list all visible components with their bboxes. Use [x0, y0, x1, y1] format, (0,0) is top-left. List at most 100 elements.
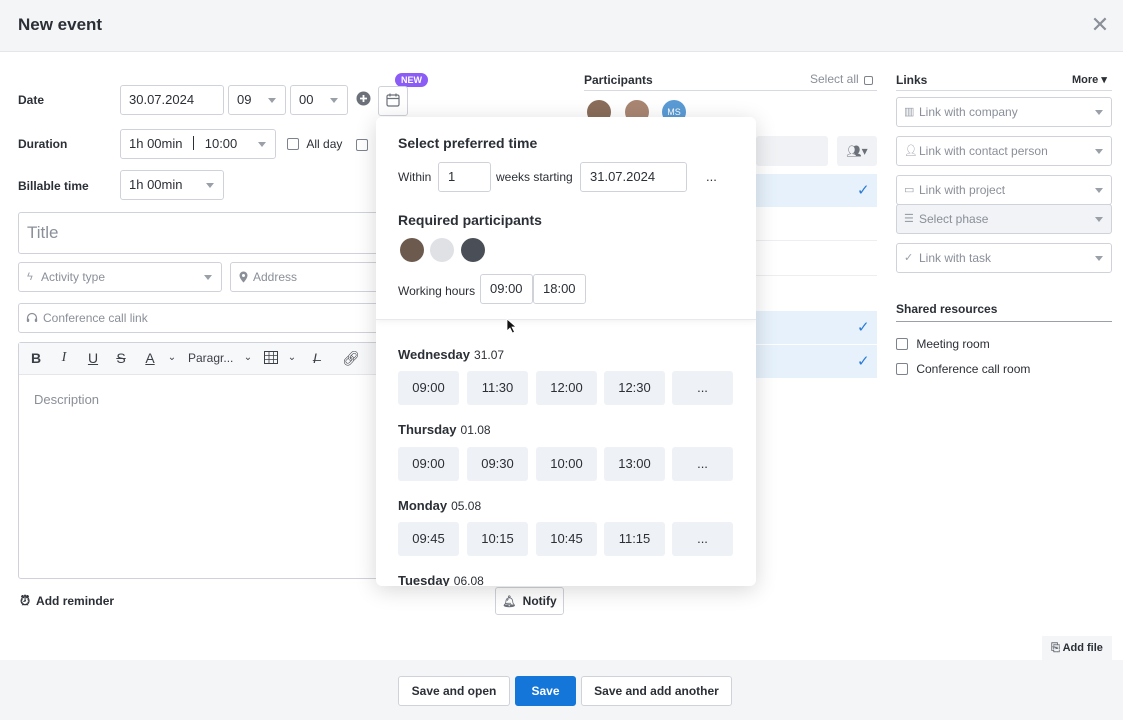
address-input[interactable]: Address: [230, 262, 388, 292]
select-phase-select[interactable]: ☰ Select phase: [896, 204, 1112, 234]
add-file-button[interactable]: ⎘ Add file: [1042, 636, 1112, 660]
links-divider: [896, 90, 1112, 91]
check-icon: ✓: [857, 319, 870, 336]
activity-type-select[interactable]: ϟ Activity type: [18, 262, 222, 292]
link-icon[interactable]: 🔗︎: [342, 350, 360, 367]
date-field[interactable]: 30.07.2024: [120, 85, 224, 115]
time-slot[interactable]: 12:00: [536, 371, 597, 405]
close-icon[interactable]: ✕: [1087, 12, 1113, 38]
chevron-down-icon[interactable]: ⌄: [164, 352, 180, 363]
more-slots-button[interactable]: ...: [672, 447, 733, 481]
select-all-label: Select all: [810, 72, 859, 86]
work-start-input[interactable]: 09:00: [480, 274, 533, 304]
within-input[interactable]: 1: [438, 162, 491, 192]
more-slots-button[interactable]: ...: [672, 522, 733, 556]
meeting-room-checkbox[interactable]: [896, 338, 908, 350]
notify-label: Notify: [522, 594, 557, 608]
link-company-label: Link with company: [919, 105, 1018, 119]
add-participant-icon[interactable]: 👥︎▾: [837, 136, 877, 166]
chevron-down-icon[interactable]: ⌄: [284, 352, 300, 363]
notify-button[interactable]: 🔔︎ Notify: [495, 587, 564, 615]
time-slot[interactable]: 10:00: [536, 447, 597, 481]
description-editor[interactable]: [18, 342, 388, 579]
all-day-label: All day: [306, 137, 343, 151]
participants-divider: [584, 90, 877, 91]
clear-format-icon[interactable]: I̶: [307, 350, 323, 366]
working-hours-label: Working hours: [398, 284, 476, 298]
duration-label: Duration: [18, 137, 68, 151]
more-options-button[interactable]: ...: [706, 169, 717, 184]
italic-icon[interactable]: I: [56, 350, 72, 366]
all-day-checkbox[interactable]: [287, 138, 299, 150]
save-and-add-another-button[interactable]: Save and add another: [581, 676, 732, 706]
minute-select[interactable]: 00: [290, 85, 348, 115]
start-date-input[interactable]: 31.07.2024: [580, 162, 687, 192]
chevron-down-icon: [1095, 256, 1103, 261]
more-slots-button[interactable]: ...: [672, 371, 733, 405]
time-slot[interactable]: 09:00: [398, 447, 459, 481]
time-slot[interactable]: 10:15: [467, 522, 528, 556]
time-slot[interactable]: 10:45: [536, 522, 597, 556]
save-and-open-button[interactable]: Save and open: [398, 676, 510, 706]
strikethrough-icon[interactable]: S: [113, 350, 129, 366]
links-title: Links: [896, 73, 928, 87]
conference-link-input[interactable]: Conference call link: [18, 303, 388, 333]
time-slot[interactable]: 11:30: [467, 371, 528, 405]
link-company-select[interactable]: ▥ Link with company: [896, 97, 1112, 127]
time-slot[interactable]: 13:00: [604, 447, 665, 481]
conference-room-option[interactable]: Conference call room: [896, 362, 1030, 376]
chevron-down-icon: [206, 183, 214, 188]
time-slot[interactable]: 09:45: [398, 522, 459, 556]
link-task-label: Link with task: [919, 251, 992, 265]
link-project-label: Link with project: [919, 183, 1006, 197]
work-end-input[interactable]: 18:00: [533, 274, 586, 304]
row-divider: [756, 275, 877, 276]
add-reminder-button[interactable]: ⏰︎ Add reminder: [20, 593, 114, 609]
more-links-label: More: [1072, 74, 1099, 86]
select-all-checkbox[interactable]: [864, 76, 874, 85]
extra-checkbox[interactable]: [356, 139, 368, 151]
add-reminder-label: Add reminder: [36, 594, 115, 608]
hour-select[interactable]: 09: [228, 85, 286, 115]
link-task-select[interactable]: ✓ Link with task: [896, 243, 1112, 273]
lightning-icon: ϟ: [27, 271, 33, 283]
conference-room-checkbox[interactable]: [896, 363, 908, 375]
time-slot[interactable]: 09:00: [398, 371, 459, 405]
time-slot[interactable]: 11:15: [604, 522, 665, 556]
avatar[interactable]: [430, 238, 454, 262]
title-input[interactable]: Title: [18, 212, 388, 254]
building-icon: ▥: [904, 106, 915, 118]
underline-icon[interactable]: U: [85, 350, 101, 366]
meeting-room-option[interactable]: Meeting room: [896, 337, 990, 351]
all-day-option[interactable]: All day: [287, 137, 342, 151]
chevron-down-icon: [1095, 217, 1103, 222]
chevron-down-icon[interactable]: ⌄: [240, 352, 256, 363]
select-all-link[interactable]: Select all: [810, 72, 874, 86]
billable-select[interactable]: 1h 00min: [120, 170, 224, 200]
time-slot[interactable]: 12:30: [604, 371, 665, 405]
table-icon[interactable]: [264, 351, 278, 364]
add-time-icon[interactable]: [356, 91, 371, 106]
activity-placeholder: Activity type: [41, 270, 106, 284]
calendar-icon: [386, 93, 400, 107]
shared-resources-title: Shared resources: [896, 302, 998, 316]
bold-icon[interactable]: B: [28, 350, 44, 366]
link-contact-select[interactable]: 👤︎ Link with contact person: [896, 136, 1112, 166]
text-color-icon[interactable]: A: [142, 350, 158, 366]
mouse-cursor-icon: [506, 318, 517, 334]
preferred-time-button[interactable]: [378, 86, 408, 116]
duration-select[interactable]: 1h 00min 10:00: [120, 129, 276, 159]
avatar[interactable]: [461, 238, 485, 262]
more-links-button[interactable]: More ▾: [1072, 73, 1107, 86]
divider: [193, 136, 195, 150]
paragraph-select[interactable]: Paragr...: [188, 351, 233, 365]
day-heading: Thursday 01.08: [398, 422, 491, 437]
save-button[interactable]: Save: [515, 676, 576, 706]
participant-search[interactable]: [756, 136, 828, 166]
link-project-select[interactable]: ▭ Link with project: [896, 175, 1112, 205]
meeting-room-label: Meeting room: [916, 337, 990, 351]
avatar[interactable]: [400, 238, 424, 262]
hour-value: 09: [237, 92, 252, 107]
billable-label: Billable time: [18, 179, 89, 193]
time-slot[interactable]: 09:30: [467, 447, 528, 481]
